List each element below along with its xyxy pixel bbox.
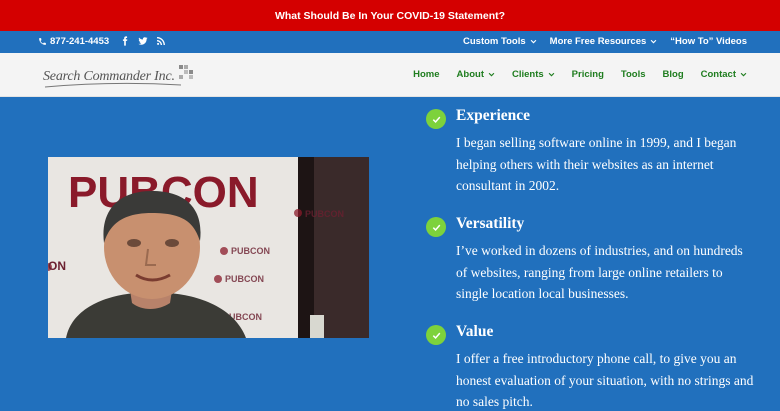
nav-item-label: Pricing [571,69,604,80]
nav-item-tools[interactable]: Tools [621,69,646,80]
logo-square [179,75,183,79]
site-logo[interactable]: Search Commander Inc. [43,65,198,88]
facebook-link[interactable] [119,35,131,47]
how-to-videos-link[interactable]: “How To” Videos [670,36,747,47]
banner-logo-text: PUBCON [225,274,264,284]
nav-item-contact[interactable]: Contact [701,69,747,80]
feature-body: I’ve worked in dozens of industries, and… [456,243,743,301]
nav-item-label: Clients [511,69,544,80]
svg-text:ON: ON [48,259,66,273]
feature-body: I offer a free introductory phone call, … [456,351,754,409]
phone-number-text: 877-241-4453 [50,36,110,47]
chevron-down-icon [530,39,537,44]
feature-title: Value [456,323,494,340]
nav-menu: Home About Clients Pricing Tools Blog Co… [396,69,747,80]
phone-number[interactable]: 877-241-4453 [38,36,109,47]
chevron-down-icon [740,72,747,77]
check-icon [426,217,446,237]
twitter-link[interactable] [137,35,149,47]
custom-tools-label: Custom Tools [463,36,526,47]
logo-swoosh [44,82,182,88]
rss-icon [157,37,165,45]
check-icon [426,109,446,129]
logo-square [179,65,183,69]
nav-item-label: Home [413,69,440,80]
facebook-icon [122,36,128,46]
speaker-photo: PUBCON PUBCON PUBCON PUBCON PUBCON ON [48,157,369,338]
nav-item-pricing[interactable]: Pricing [572,69,604,80]
logo-square [189,70,193,74]
intro-video[interactable]: PUBCON PUBCON PUBCON PUBCON PUBCON ON [48,157,369,338]
top-links: Custom Tools More Free Resources “How To… [463,36,747,47]
nav-item-blog[interactable]: Blog [663,69,684,80]
rss-link[interactable] [155,35,167,47]
more-free-resources-menu[interactable]: More Free Resources [550,36,658,47]
banner-logo-text: PUBCON [305,209,344,219]
nav-item-home[interactable]: Home [413,69,439,80]
banner-logo-text: PUBCON [231,246,270,256]
chevron-down-icon [548,72,555,77]
chevron-down-icon [488,72,495,77]
chevron-down-icon [650,39,657,44]
logo-square [184,70,188,74]
nav-item-label: Blog [662,69,684,80]
twitter-icon [138,37,148,45]
check-icon [426,325,446,345]
top-utility-bar: 877-241-4453 Custom Tools More Free Reso… [0,31,780,53]
logo-square [189,75,193,79]
logo-square [184,65,188,69]
covid-statement-link[interactable]: What Should Be In Your COVID-19 Statemen… [275,10,505,22]
feature-title: Versatility [456,215,525,232]
how-to-videos-label: “How To” Videos [670,36,747,47]
nav-item-clients[interactable]: Clients [512,69,555,80]
feature-body: I began selling software online in 1999,… [456,135,737,193]
more-free-resources-label: More Free Resources [549,36,647,47]
covid-alert-bar: What Should Be In Your COVID-19 Statemen… [0,0,780,31]
custom-tools-menu[interactable]: Custom Tools [463,36,537,47]
phone-icon [39,38,46,45]
nav-item-label: Contact [700,69,736,80]
nav-item-label: Tools [620,69,646,80]
nav-item-label: About [456,69,484,80]
nav-item-about[interactable]: About [457,69,495,80]
main-navigation: Search Commander Inc. Home About Clients… [0,53,780,97]
feature-title: Experience [456,107,531,124]
